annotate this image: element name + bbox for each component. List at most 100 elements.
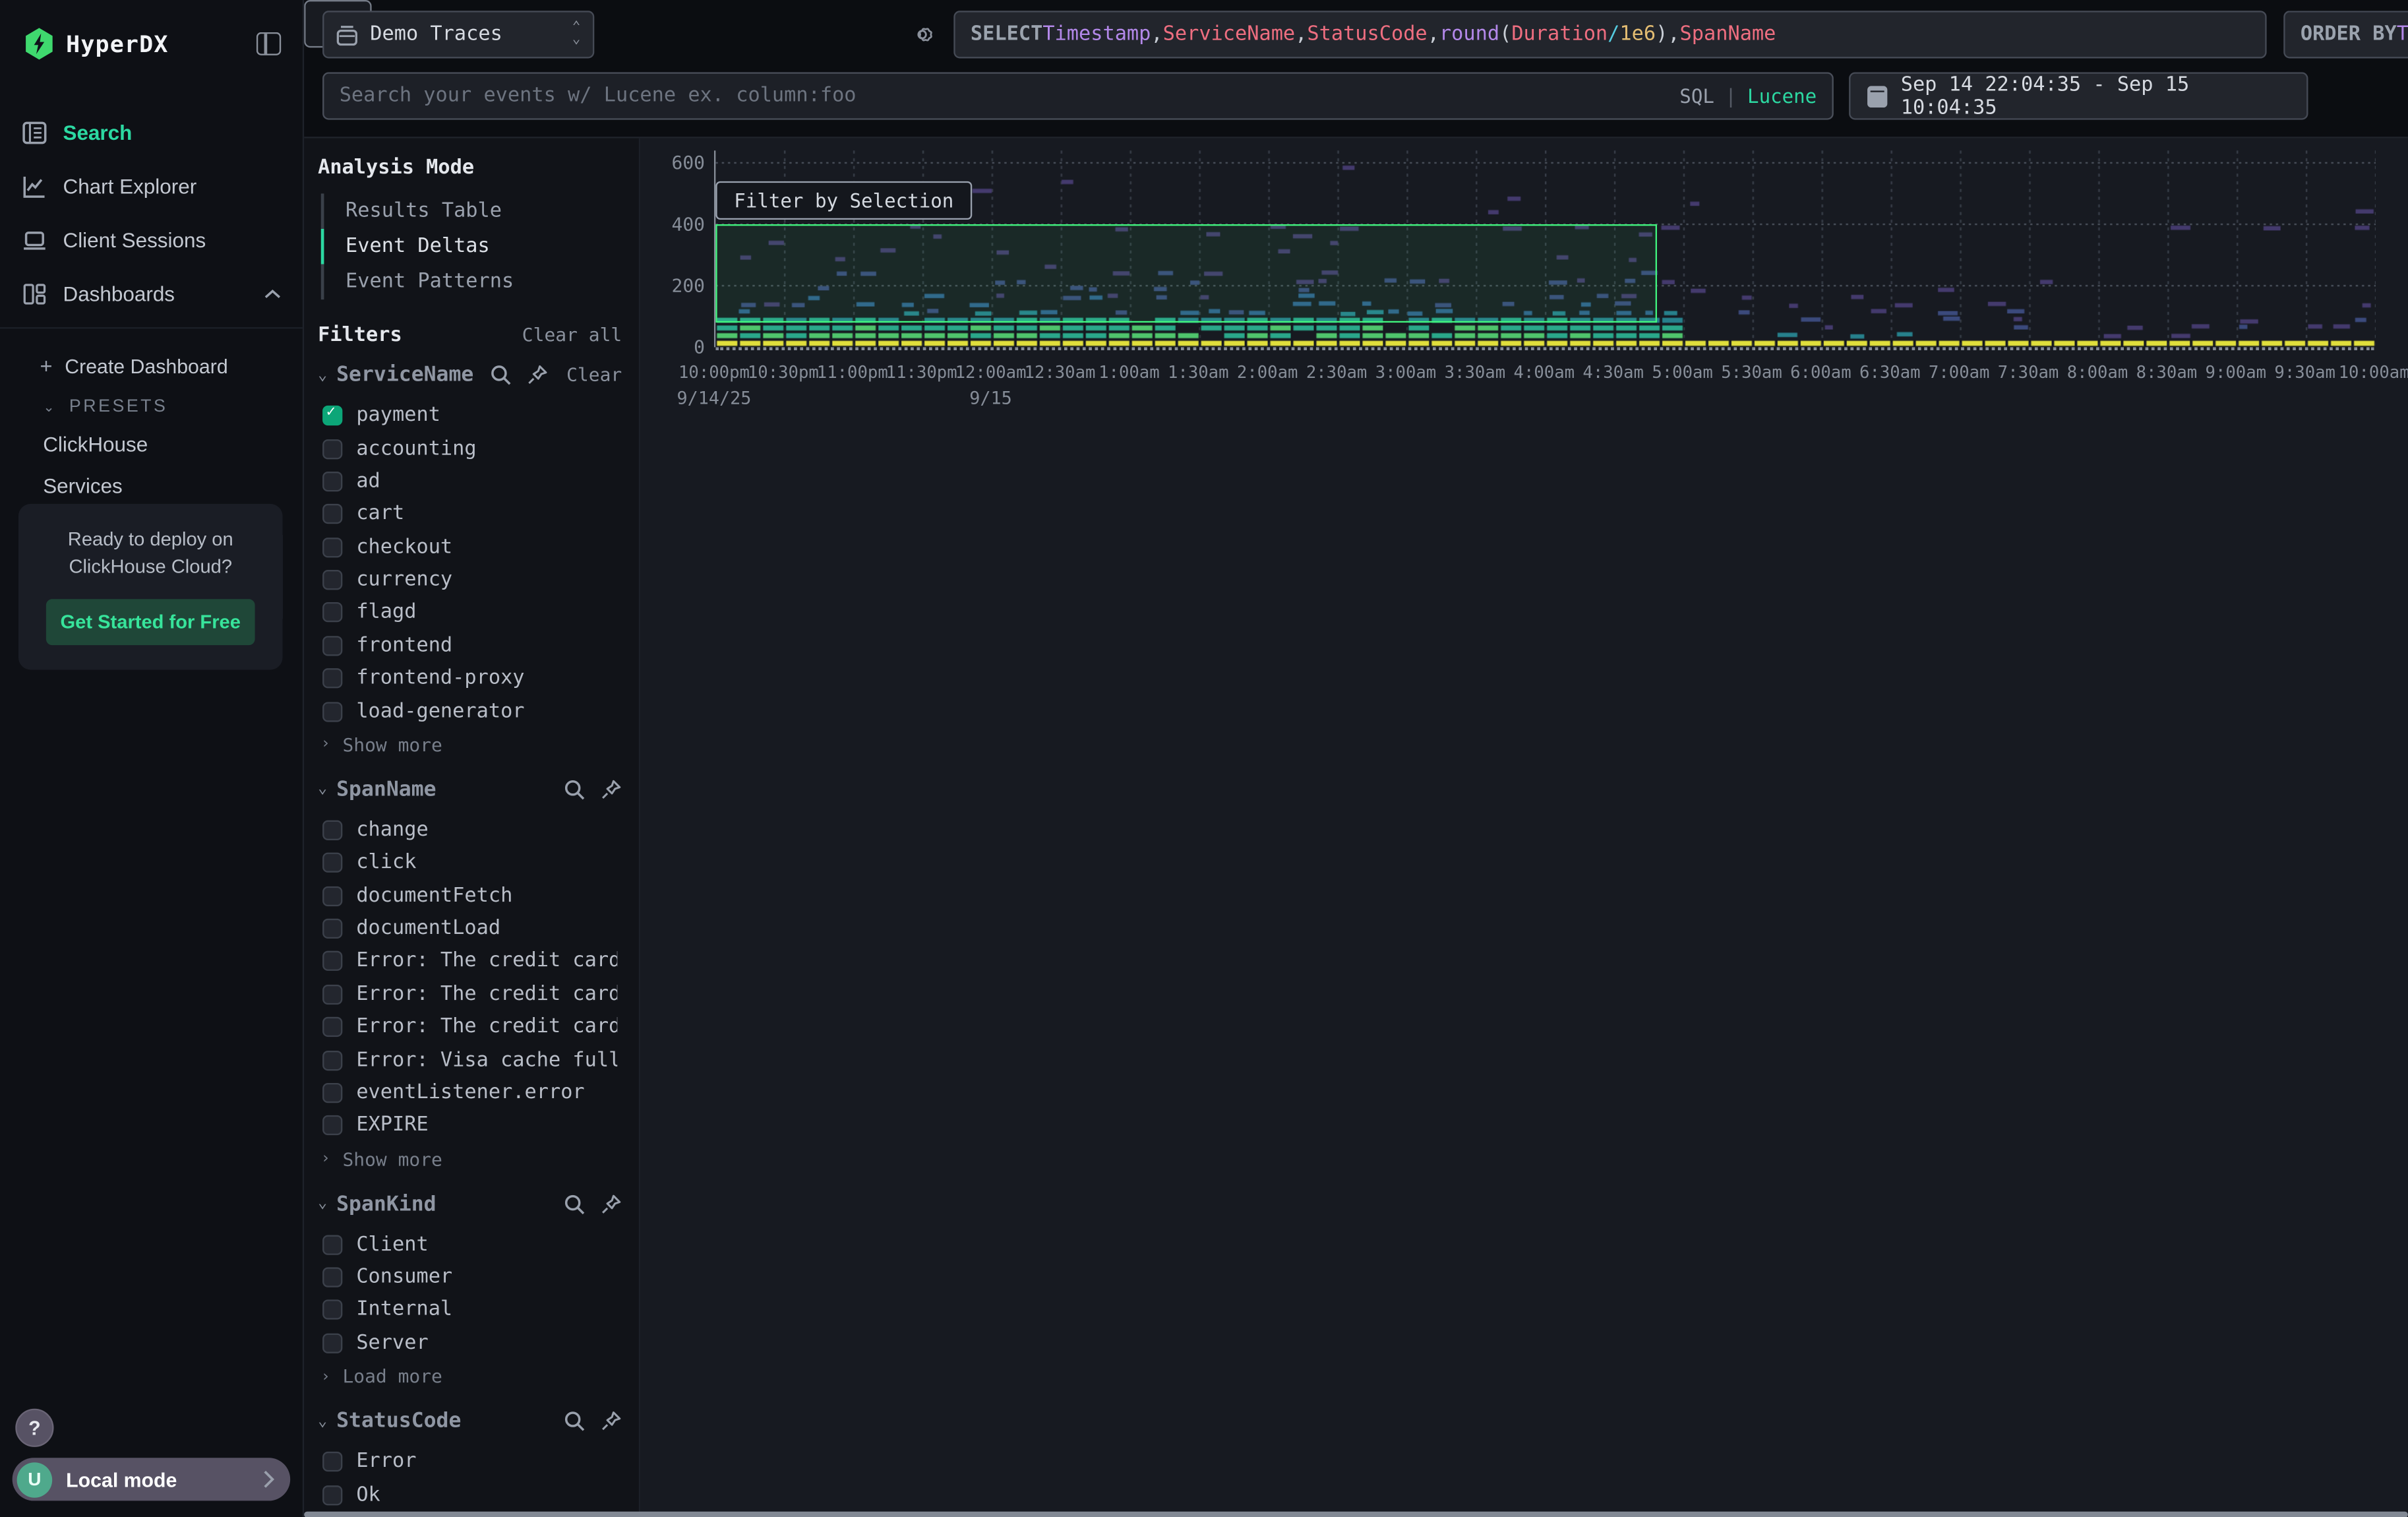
create-dashboard-button[interactable]: +Create Dashboard [0, 344, 303, 387]
filter-checkbox-row[interactable]: accounting [318, 432, 622, 465]
filter-checkbox-row[interactable]: Client [318, 1228, 622, 1261]
checkbox-unchecked[interactable] [322, 1333, 342, 1353]
checkbox-checked[interactable] [322, 406, 342, 425]
filter-checkbox-row[interactable]: Server [318, 1326, 622, 1359]
filter-checkbox-row[interactable]: load-generator [318, 695, 622, 728]
chart-selection-rect[interactable] [715, 225, 1656, 323]
checkbox-unchecked[interactable] [322, 984, 342, 1004]
show-more-link[interactable]: ›Show more [318, 728, 622, 758]
filter-checkbox-row[interactable]: Error [318, 1446, 622, 1479]
checkbox-unchecked[interactable] [322, 1235, 342, 1254]
sidebar-item-dashboards[interactable]: Dashboards [0, 267, 303, 321]
clear-section-button[interactable]: Clear [566, 364, 622, 386]
checkbox-unchecked[interactable] [322, 439, 342, 458]
search-icon[interactable] [490, 364, 512, 386]
filter-checkbox-row[interactable]: Error: The credit card (… [318, 978, 622, 1011]
filter-checkbox-row[interactable]: Ok [318, 1478, 622, 1511]
checkbox-unchecked[interactable] [322, 853, 342, 873]
filter-section-title[interactable]: SpanName [336, 777, 548, 801]
filter-checkbox-row[interactable]: ad [318, 465, 622, 498]
checkbox-unchecked[interactable] [322, 505, 342, 524]
filter-checkbox-row[interactable]: payment [318, 400, 622, 433]
filter-checkbox-row[interactable]: currency [318, 563, 622, 596]
checkbox-unchecked[interactable] [322, 1050, 342, 1070]
filter-checkbox-row[interactable]: checkout [318, 531, 622, 564]
show-more-link[interactable]: ›Load more [318, 1359, 622, 1390]
filter-checkbox-row[interactable]: frontend-proxy [318, 662, 622, 695]
sql-select-editor[interactable]: SELECT Timestamp, ServiceName, StatusCod… [953, 11, 2266, 58]
time-range-picker[interactable]: Sep 14 22:04:35 - Sep 15 10:04:35 [1849, 72, 2308, 119]
mode-lucene-toggle[interactable]: Lucene [1747, 84, 1817, 108]
chevron-down-icon[interactable]: ⌄ [318, 1413, 327, 1430]
preset-item-clickhouse[interactable]: ClickHouse [0, 424, 303, 466]
filter-checkbox-row[interactable]: change [318, 814, 622, 847]
filter-section-title[interactable]: StatusCode [336, 1409, 548, 1433]
checkbox-unchecked[interactable] [322, 537, 342, 557]
filter-checkbox-row[interactable]: documentFetch [318, 879, 622, 912]
filter-section-title[interactable]: SpanKind [336, 1191, 548, 1216]
checkbox-unchecked[interactable] [322, 1083, 342, 1103]
get-started-button[interactable]: Get Started for Free [46, 600, 255, 646]
search-icon[interactable] [564, 778, 586, 800]
filter-checkbox-row[interactable]: click [318, 847, 622, 880]
pin-icon[interactable] [601, 778, 622, 800]
sidebar-item-search[interactable]: Search [0, 106, 303, 160]
sidebar-item-chart-explorer[interactable]: Chart Explorer [0, 160, 303, 214]
help-button[interactable]: ? [15, 1409, 53, 1447]
analysis-mode-results-table[interactable]: Results Table [321, 193, 622, 229]
chevron-down-icon[interactable]: ⌄ [318, 366, 327, 383]
sidebar-collapse-icon[interactable] [256, 32, 281, 55]
filter-checkbox-row[interactable]: EXPIRE [318, 1109, 622, 1142]
checkbox-unchecked[interactable] [322, 886, 342, 906]
analysis-mode-event-deltas[interactable]: Event Deltas [321, 229, 622, 264]
checkbox-unchecked[interactable] [322, 603, 342, 623]
checkbox-unchecked[interactable] [322, 1300, 342, 1320]
checkbox-unchecked[interactable] [322, 669, 342, 689]
chevron-down-icon[interactable]: ⌄ [318, 781, 327, 798]
gear-icon[interactable] [909, 22, 936, 48]
pin-icon[interactable] [527, 364, 549, 386]
pin-icon[interactable] [601, 1410, 622, 1432]
order-by-editor[interactable]: ORDER BY Timestamp DESC [2283, 11, 2408, 58]
filter-checkbox-row[interactable]: Consumer [318, 1261, 622, 1294]
presets-header[interactable]: ⌄PRESETS [0, 387, 303, 424]
filter-checkbox-row[interactable]: eventListener.error [318, 1076, 622, 1109]
filter-checkbox-row[interactable]: Internal [318, 1294, 622, 1327]
search-input[interactable]: Search your events w/ Lucene ex. column:… [322, 72, 1834, 119]
checkbox-unchecked[interactable] [322, 1116, 342, 1136]
checkbox-unchecked[interactable] [322, 701, 342, 721]
checkbox-unchecked[interactable] [322, 1485, 342, 1504]
checkbox-unchecked[interactable] [322, 570, 342, 590]
mode-sql-toggle[interactable]: SQL [1679, 84, 1714, 108]
preset-item-services[interactable]: Services [0, 466, 303, 507]
horizontal-scrollbar[interactable] [304, 1512, 2408, 1517]
checkbox-unchecked[interactable] [322, 919, 342, 939]
checkbox-unchecked[interactable] [322, 820, 342, 840]
checkbox-unchecked[interactable] [322, 636, 342, 656]
pin-icon[interactable] [601, 1192, 622, 1214]
checkbox-unchecked[interactable] [322, 1017, 342, 1037]
search-icon[interactable] [564, 1192, 586, 1214]
filter-checkbox-row[interactable]: Error: Visa cache full: … [318, 1043, 622, 1076]
filter-checkbox-row[interactable]: frontend [318, 629, 622, 662]
checkbox-unchecked[interactable] [322, 1452, 342, 1471]
show-more-link[interactable]: ›Show more [318, 1142, 622, 1173]
search-icon[interactable] [564, 1410, 586, 1432]
filter-checkbox-row[interactable]: cart [318, 498, 622, 531]
user-menu[interactable]: U Local mode [13, 1458, 291, 1501]
data-source-select[interactable]: Demo Traces ⌃⌄ [322, 11, 594, 58]
chevron-down-icon[interactable]: ⌄ [318, 1195, 327, 1212]
checkbox-unchecked[interactable] [322, 472, 342, 491]
checkbox-unchecked[interactable] [322, 1268, 342, 1287]
filter-checkbox-row[interactable]: Error: The credit card (… [318, 1010, 622, 1043]
duration-heatmap-plot[interactable]: Filter by Selection [714, 150, 2374, 347]
filter-checkbox-row[interactable]: flagd [318, 596, 622, 629]
filter-by-selection-tooltip[interactable]: Filter by Selection [715, 181, 972, 220]
filter-checkbox-row[interactable]: Error: The credit card (… [318, 945, 622, 978]
filter-checkbox-row[interactable]: documentLoad [318, 912, 622, 945]
checkbox-unchecked[interactable] [322, 952, 342, 972]
filter-section-title[interactable]: ServiceName [336, 363, 474, 387]
analysis-mode-event-patterns[interactable]: Event Patterns [321, 264, 622, 300]
sidebar-item-client-sessions[interactable]: Client Sessions [0, 214, 303, 268]
clear-all-filters-button[interactable]: Clear all [522, 324, 622, 346]
